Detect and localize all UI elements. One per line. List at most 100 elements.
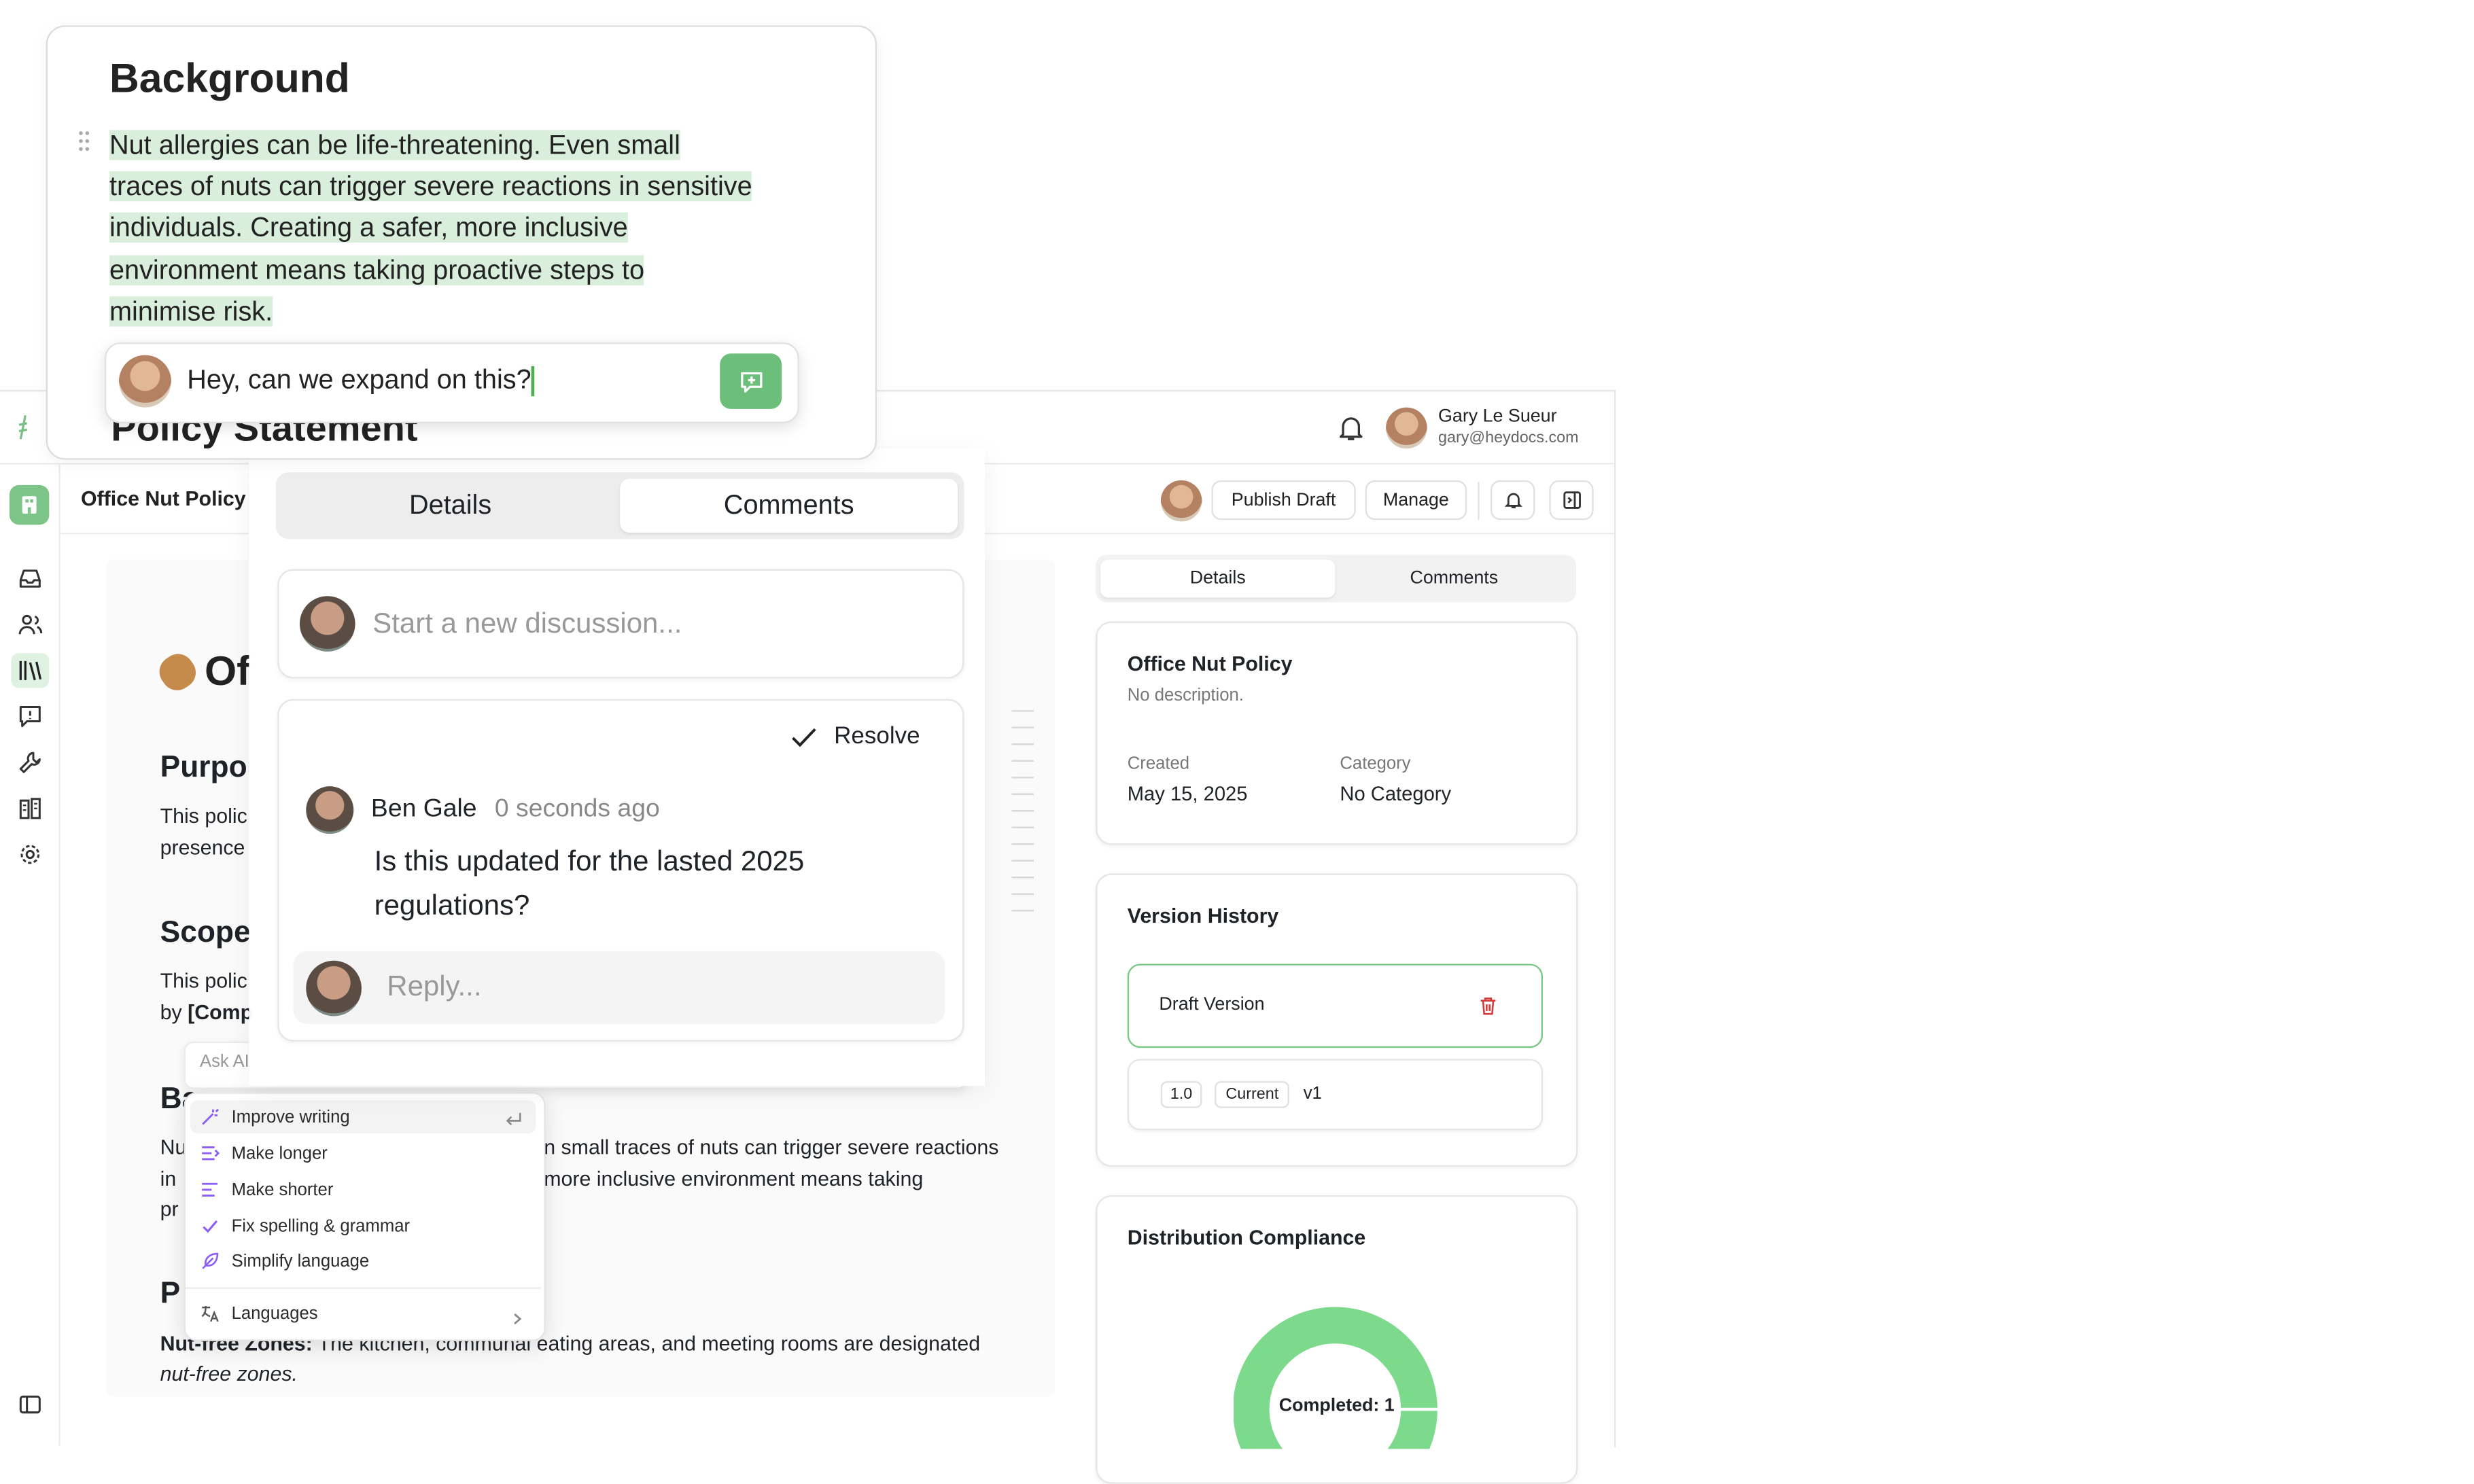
- editor-avatar[interactable]: [1160, 480, 1202, 522]
- reply-input[interactable]: Reply...: [387, 970, 481, 1004]
- inbox-icon[interactable]: [14, 563, 46, 595]
- translate-icon: [201, 1306, 219, 1322]
- sidebar-toggle-icon[interactable]: [14, 1389, 46, 1421]
- comment-message-2: regulations?: [374, 889, 530, 921]
- completed-label: Completed: 1: [1278, 1396, 1395, 1416]
- subscribe-bell-button[interactable]: [1491, 480, 1535, 520]
- user-email: gary@heydocs.com: [1438, 429, 1579, 447]
- bell-icon: [1503, 493, 1522, 509]
- user-avatar[interactable]: [1386, 407, 1427, 449]
- distribution-donut: [1234, 1307, 1440, 1449]
- menu-item-label: Fix spelling & grammar: [231, 1216, 411, 1236]
- menu-languages[interactable]: Languages: [200, 1303, 318, 1324]
- menu-make-shorter[interactable]: Make shorter: [200, 1180, 333, 1200]
- users-icon[interactable]: [14, 609, 46, 641]
- zoom-line-4: environment means taking proactive steps…: [109, 254, 644, 285]
- library-icon[interactable]: [11, 653, 50, 688]
- version-number-badge: 1.0: [1160, 1081, 1202, 1108]
- peanut-icon: [153, 647, 203, 696]
- resolve-button[interactable]: Resolve: [790, 723, 920, 750]
- panel-tab-comments[interactable]: Comments: [1337, 560, 1571, 598]
- toggle-panel-button[interactable]: [1549, 480, 1594, 520]
- delete-trash-icon[interactable]: [1478, 995, 1498, 1024]
- comment-message-1: Is this updated for the lasted 2025: [374, 845, 805, 877]
- policy-heading: P: [160, 1277, 181, 1311]
- publish-draft-button[interactable]: Publish Draft: [1211, 480, 1356, 520]
- tab-label: Comments: [1410, 569, 1499, 588]
- panel-icon: [1563, 491, 1580, 509]
- doc-title: Office Nut Policy: [80, 487, 246, 511]
- zoom-line-5: minimise risk.: [109, 296, 273, 327]
- purpose-text-1: This polic: [160, 803, 247, 828]
- category-value: No Category: [1340, 783, 1452, 806]
- feedback-icon[interactable]: [14, 701, 46, 732]
- background-text-1a: Nu: [160, 1135, 187, 1159]
- scope-text-2: by [Comp: [160, 1000, 254, 1024]
- menu-improve-writing[interactable]: Improve writing: [200, 1106, 350, 1127]
- background-text-3a: pr: [160, 1197, 179, 1221]
- enter-key-icon: [504, 1108, 523, 1137]
- shorten-lines-icon: [202, 1182, 217, 1197]
- version-history-title: Version History: [1127, 903, 1279, 928]
- check-icon: [792, 727, 816, 747]
- resolve-label: Resolve: [834, 722, 920, 750]
- drag-handle-icon[interactable]: [77, 130, 90, 160]
- comment-author-avatar: [306, 786, 354, 834]
- overlay-tab-comments[interactable]: Comments: [620, 478, 958, 533]
- notifications-bell-icon[interactable]: [1335, 412, 1367, 444]
- zoom-line-1: Nut allergies can be life-threatening. E…: [109, 130, 680, 160]
- composer-input-text: Hey, can we expand on this?: [187, 364, 532, 395]
- manage-button[interactable]: Manage: [1365, 480, 1467, 520]
- document-outline: [1011, 710, 1034, 913]
- nutfree-text-2: nut-free zones.: [160, 1362, 298, 1386]
- purpose-heading: Purpo: [160, 751, 247, 785]
- menu-fix-spelling[interactable]: Fix spelling & grammar: [200, 1216, 410, 1236]
- zoom-line-2: traces of nuts can trigger severe reacti…: [109, 171, 752, 202]
- composer-avatar: [118, 355, 171, 408]
- expand-lines-icon: [202, 1146, 220, 1161]
- reports-icon[interactable]: [14, 793, 46, 825]
- text-cursor: [531, 366, 534, 397]
- scope-text-prefix: by: [160, 1000, 188, 1025]
- menu-simplify-language[interactable]: Simplify language: [200, 1251, 369, 1271]
- zoom-paragraph: Nut allergies can be life-threatening. E…: [109, 125, 752, 333]
- overlay-tab-details[interactable]: Details: [282, 479, 618, 533]
- completed-ring: [1234, 1307, 1438, 1449]
- zoom-heading: Background: [109, 54, 350, 102]
- current-badge: Current: [1215, 1081, 1290, 1108]
- settings-gear-icon[interactable]: [14, 838, 46, 870]
- ask-ai-input[interactable]: Ask AI: [200, 1053, 249, 1072]
- category-label: Category: [1340, 754, 1411, 774]
- doc-heading: Of: [153, 646, 251, 696]
- zoom-line-3: individuals. Creating a safer, more incl…: [109, 213, 628, 243]
- ai-menu-divider: [185, 1287, 541, 1289]
- scope-text-1: This polic: [160, 968, 247, 993]
- menu-item-label: Simplify language: [231, 1251, 370, 1271]
- composer-input[interactable]: Hey, can we expand on this?: [187, 365, 534, 397]
- panel-tab-details[interactable]: Details: [1100, 559, 1336, 598]
- background-text-2a: in: [160, 1167, 177, 1191]
- background-text-2b: more inclusive environment means taking: [544, 1167, 924, 1191]
- version-name: v1: [1303, 1084, 1322, 1103]
- wrench-icon[interactable]: [14, 747, 46, 779]
- scope-company-placeholder: [Comp: [188, 1000, 254, 1025]
- comment-time: 0 seconds ago: [494, 796, 660, 823]
- purpose-text-2: presence: [160, 835, 245, 860]
- info-title: Office Nut Policy: [1127, 651, 1293, 675]
- new-discussion-avatar: [299, 596, 355, 652]
- tab-label: Details: [408, 489, 492, 520]
- workspace-icon[interactable]: [9, 484, 50, 525]
- toolbar-divider: [1478, 482, 1480, 520]
- doc-heading-text: Of: [204, 646, 251, 694]
- menu-item-label: Improve writing: [231, 1107, 350, 1127]
- created-label: Created: [1127, 754, 1190, 774]
- tab-label: Details: [1189, 569, 1246, 588]
- distribution-title: Distribution Compliance: [1127, 1225, 1366, 1250]
- send-comment-button[interactable]: [720, 353, 782, 409]
- new-discussion-input[interactable]: Start a new discussion...: [372, 607, 682, 641]
- comment-author: Ben Gale: [370, 796, 477, 823]
- created-value: May 15, 2025: [1127, 783, 1248, 806]
- chevron-right-icon: [509, 1306, 525, 1335]
- menu-make-longer[interactable]: Make longer: [200, 1143, 328, 1163]
- menu-item-label: Languages: [231, 1303, 318, 1323]
